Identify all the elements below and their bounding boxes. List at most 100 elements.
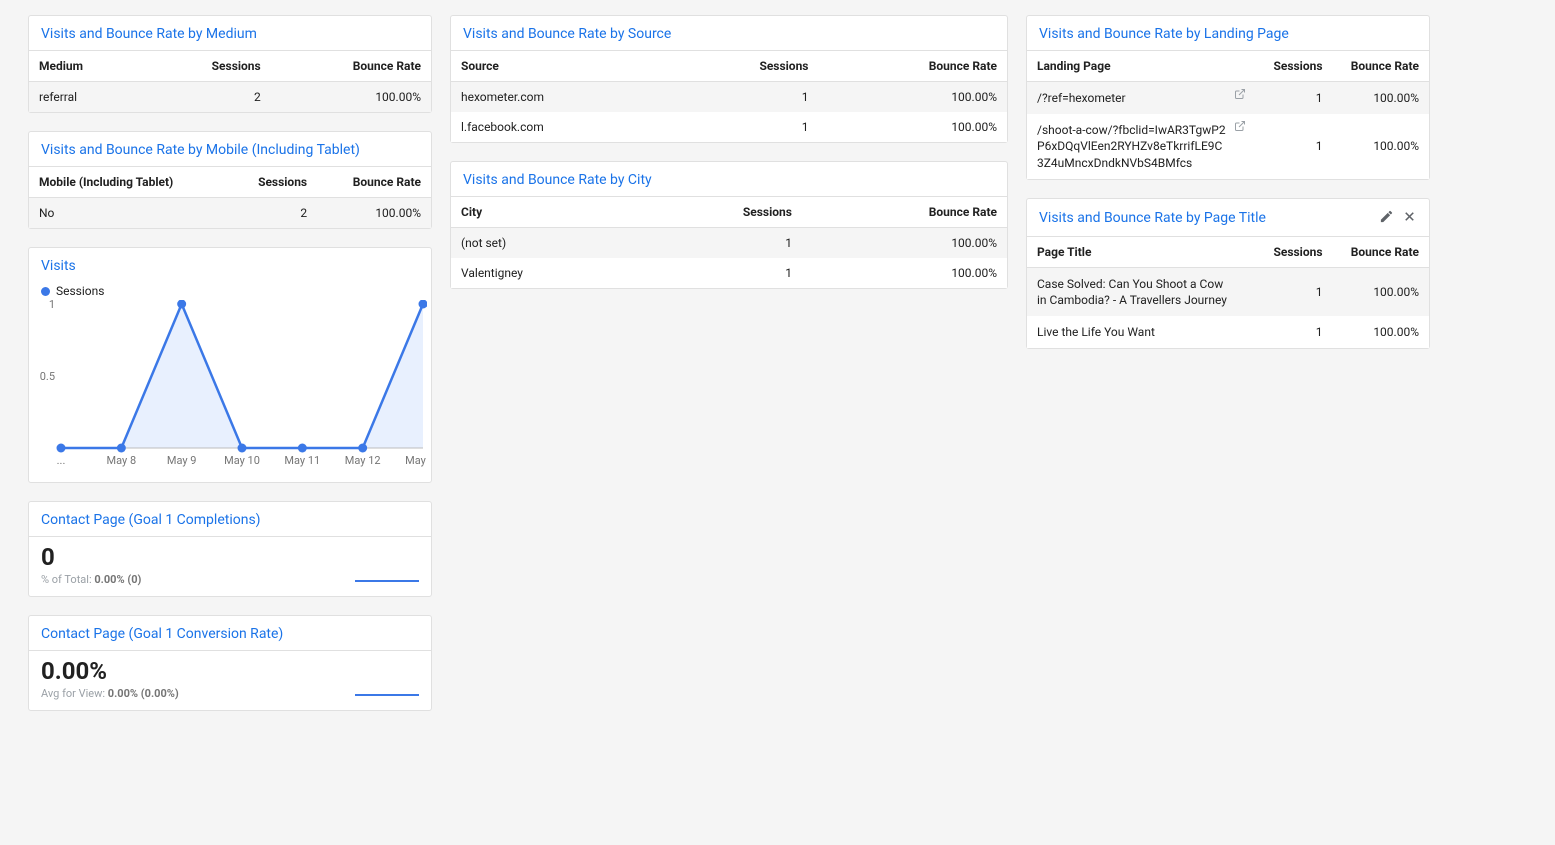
cell: 1: [671, 82, 818, 113]
cell: 100.00%: [802, 228, 1007, 259]
th-city[interactable]: City: [451, 197, 642, 228]
table-mobile: Mobile (Including Tablet) Sessions Bounc…: [29, 166, 431, 228]
card-goal-completions: Contact Page (Goal 1 Completions) 0 % of…: [28, 501, 432, 597]
cell: 100.00%: [1333, 267, 1429, 316]
th-bounce[interactable]: Bounce Rate: [802, 197, 1007, 228]
th-medium[interactable]: Medium: [29, 51, 145, 82]
card-city: Visits and Bounce Rate by City City Sess…: [450, 161, 1008, 289]
cell: 1: [642, 258, 802, 288]
svg-text:May 9: May 9: [167, 454, 197, 467]
table-row[interactable]: /?ref=hexometer 1 100.00%: [1027, 82, 1429, 115]
th-bounce[interactable]: Bounce Rate: [271, 51, 431, 82]
card-medium: Visits and Bounce Rate by Medium Medium …: [28, 15, 432, 113]
cell: 100.00%: [271, 82, 431, 113]
th-source[interactable]: Source: [451, 51, 671, 82]
th-sessions[interactable]: Sessions: [642, 197, 802, 228]
cell: Valentigney: [451, 258, 642, 288]
landing-page-text: /shoot-a-cow/?fbclid=IwAR3TgwP2P6xDQqVlE…: [1037, 123, 1226, 169]
dashboard-columns: Visits and Bounce Rate by Medium Medium …: [28, 15, 1527, 711]
table-row[interactable]: (not set) 1 100.00%: [451, 228, 1007, 259]
cell: 1: [1252, 316, 1332, 348]
cell: 100.00%: [317, 198, 431, 229]
table-row[interactable]: /shoot-a-cow/?fbclid=IwAR3TgwP2P6xDQqVlE…: [1027, 114, 1429, 179]
scorecard-body: 0.00% Avg for View: 0.00% (0.00%): [29, 650, 431, 710]
column-3: Visits and Bounce Rate by Landing Page L…: [1026, 15, 1430, 711]
svg-text:May 11: May 11: [284, 454, 320, 467]
card-title-text: Visits and Bounce Rate by Source: [463, 26, 671, 42]
th-sessions[interactable]: Sessions: [1252, 236, 1332, 267]
cell: l.facebook.com: [451, 112, 671, 142]
th-sessions[interactable]: Sessions: [145, 51, 270, 82]
column-1: Visits and Bounce Rate by Medium Medium …: [28, 15, 432, 711]
edit-icon[interactable]: [1379, 209, 1394, 228]
cell: 100.00%: [818, 82, 1007, 113]
scorecard-value: 0: [41, 537, 419, 571]
card-title-goal-completions: Contact Page (Goal 1 Completions): [29, 502, 431, 536]
svg-text:...: ...: [57, 454, 66, 467]
cell: (not set): [451, 228, 642, 259]
table-row[interactable]: hexometer.com 1 100.00%: [451, 82, 1007, 113]
table-row[interactable]: Valentigney 1 100.00%: [451, 258, 1007, 288]
table-row[interactable]: referral 2 100.00%: [29, 82, 431, 113]
card-title-landing: Visits and Bounce Rate by Landing Page: [1027, 16, 1429, 50]
card-title-mobile: Visits and Bounce Rate by Mobile (Includ…: [29, 132, 431, 166]
card-title-city: Visits and Bounce Rate by City: [451, 162, 1007, 196]
th-bounce[interactable]: Bounce Rate: [317, 167, 431, 198]
card-title-text: Visits: [41, 258, 76, 274]
card-title-medium: Visits and Bounce Rate by Medium: [29, 16, 431, 50]
card-title-text: Visits and Bounce Rate by Landing Page: [1039, 26, 1289, 42]
card-title-text: Visits and Bounce Rate by Page Title: [1039, 210, 1266, 226]
card-mobile: Visits and Bounce Rate by Mobile (Includ…: [28, 131, 432, 229]
card-title-source: Visits and Bounce Rate by Source: [451, 16, 1007, 50]
open-in-new-icon[interactable]: [1234, 120, 1246, 137]
table-city: City Sessions Bounce Rate (not set) 1 10…: [451, 196, 1007, 288]
cell: 1: [1252, 267, 1332, 316]
table-landing: Landing Page Sessions Bounce Rate /?ref=…: [1027, 50, 1429, 179]
card-title-page-title: Visits and Bounce Rate by Page Title: [1027, 199, 1429, 236]
th-mobile[interactable]: Mobile (Including Tablet): [29, 167, 228, 198]
column-2: Visits and Bounce Rate by Source Source …: [450, 15, 1008, 711]
cell: 1: [671, 112, 818, 142]
card-goal-conversion: Contact Page (Goal 1 Conversion Rate) 0.…: [28, 615, 432, 711]
th-bounce[interactable]: Bounce Rate: [818, 51, 1007, 82]
cell: 1: [1252, 114, 1332, 179]
scorecard-value: 0.00%: [41, 651, 419, 685]
cell: referral: [29, 82, 145, 113]
card-visits-chart: Visits Sessions 0.51...May 8May 9May 10M…: [28, 247, 432, 483]
card-title-text: Visits and Bounce Rate by Mobile (Includ…: [41, 142, 360, 158]
legend-dot-icon: [41, 287, 50, 296]
sub-prefix: % of Total:: [41, 573, 94, 586]
svg-text:1: 1: [49, 300, 55, 311]
card-source: Visits and Bounce Rate by Source Source …: [450, 15, 1008, 143]
th-bounce[interactable]: Bounce Rate: [1333, 236, 1429, 267]
th-sessions[interactable]: Sessions: [671, 51, 818, 82]
th-page-title[interactable]: Page Title: [1027, 236, 1252, 267]
table-row[interactable]: l.facebook.com 1 100.00%: [451, 112, 1007, 142]
cell: Case Solved: Can You Shoot a Cow in Camb…: [1027, 267, 1252, 316]
cell: hexometer.com: [451, 82, 671, 113]
th-landing-page[interactable]: Landing Page: [1027, 51, 1252, 82]
table-source: Source Sessions Bounce Rate hexometer.co…: [451, 50, 1007, 142]
open-in-new-icon[interactable]: [1234, 88, 1246, 105]
card-page-title: Visits and Bounce Rate by Page Title Pag…: [1026, 198, 1430, 350]
landing-page-text: /?ref=hexometer: [1037, 91, 1126, 105]
card-title-text: Visits and Bounce Rate by Medium: [41, 26, 257, 42]
card-title-actions: [1379, 209, 1417, 228]
th-sessions[interactable]: Sessions: [1252, 51, 1332, 82]
svg-text:May 8: May 8: [107, 454, 137, 467]
th-bounce[interactable]: Bounce Rate: [1333, 51, 1429, 82]
card-landing-page: Visits and Bounce Rate by Landing Page L…: [1026, 15, 1430, 180]
svg-text:May 12: May 12: [345, 454, 381, 467]
table-row[interactable]: Live the Life You Want 1 100.00%: [1027, 316, 1429, 348]
close-icon[interactable]: [1402, 209, 1417, 228]
legend-label: Sessions: [56, 284, 104, 298]
table-medium: Medium Sessions Bounce Rate referral 2 1…: [29, 50, 431, 112]
th-sessions[interactable]: Sessions: [228, 167, 317, 198]
cell-landing-page: /?ref=hexometer: [1027, 82, 1252, 115]
table-row[interactable]: No 2 100.00%: [29, 198, 431, 229]
cell: 1: [1252, 82, 1332, 115]
visits-line-chart: 0.51...May 8May 9May 10May 11May 12May 1…: [37, 300, 427, 470]
chart-area[interactable]: 0.51...May 8May 9May 10May 11May 12May 1…: [29, 300, 431, 482]
svg-text:0.5: 0.5: [40, 370, 55, 383]
table-row[interactable]: Case Solved: Can You Shoot a Cow in Camb…: [1027, 267, 1429, 316]
